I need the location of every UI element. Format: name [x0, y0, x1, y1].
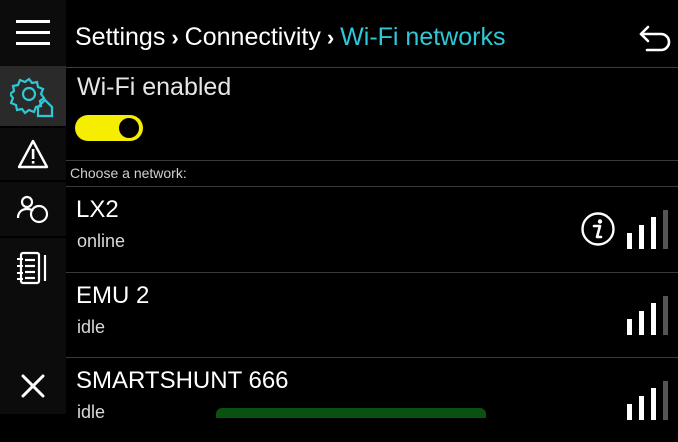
back-arrow-icon	[639, 25, 671, 52]
breadcrumb: Settings › Connectivity › Wi-Fi networks	[75, 22, 505, 53]
choose-network-label: Choose a network:	[70, 165, 187, 181]
network-status: online	[77, 231, 126, 251]
wifi-enabled-label: Wi-Fi enabled	[77, 73, 232, 101]
breadcrumb-connectivity[interactable]: Connectivity	[185, 23, 321, 51]
breadcrumb-separator: ›	[326, 25, 335, 50]
wifi-signal-icon	[627, 296, 668, 335]
network-name: EMU 2	[76, 282, 150, 309]
users-icon	[16, 195, 49, 224]
wifi-toggle[interactable]	[75, 115, 143, 141]
wifi-signal-icon	[627, 381, 668, 420]
close-button[interactable]	[0, 358, 66, 414]
warning-icon	[17, 139, 49, 169]
settings-home-icon	[10, 77, 54, 118]
network-row-smartshunt[interactable]: SMARTSHUNT 666 idle	[66, 358, 678, 442]
sidebar-item-settings[interactable]	[0, 66, 66, 126]
breadcrumb-settings[interactable]: Settings	[75, 23, 165, 51]
sidebar-item-users[interactable]	[0, 182, 66, 236]
toggle-knob	[119, 118, 139, 138]
network-row-lx2[interactable]: LX2 online	[66, 187, 678, 271]
sidebar-item-notes[interactable]	[0, 238, 66, 298]
main-content: Wi-Fi enabled Choose a network: LX2 onli…	[66, 68, 678, 422]
info-button[interactable]	[580, 211, 616, 247]
signal-strength	[625, 295, 675, 337]
scroll-indicator	[216, 408, 486, 418]
network-status: idle	[77, 317, 106, 337]
network-status: idle	[77, 402, 106, 422]
network-row-emu2[interactable]: EMU 2 idle	[66, 273, 678, 357]
back-button[interactable]	[638, 24, 672, 52]
sidebar	[0, 0, 66, 414]
sidebar-item-alarms[interactable]	[0, 128, 66, 180]
network-name: LX2	[76, 196, 119, 223]
header: Settings › Connectivity › Wi-Fi networks	[66, 0, 678, 68]
menu-icon	[16, 20, 50, 45]
wifi-signal-icon	[627, 210, 668, 249]
breadcrumb-current: Wi-Fi networks	[340, 23, 506, 51]
menu-button[interactable]	[0, 0, 66, 66]
notebook-icon	[17, 251, 47, 285]
signal-strength	[625, 209, 675, 251]
close-icon	[21, 374, 45, 398]
info-icon	[581, 212, 615, 246]
network-name: SMARTSHUNT 666	[76, 367, 289, 394]
signal-strength	[625, 380, 675, 422]
breadcrumb-separator: ›	[171, 25, 179, 50]
